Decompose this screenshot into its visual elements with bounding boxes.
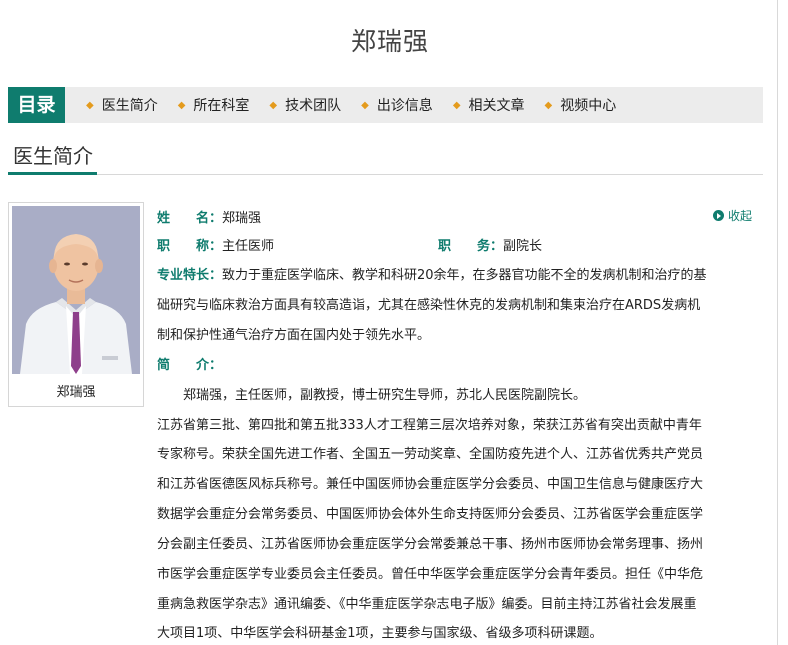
specialty-text-line: 制和保护性通气治疗方面在国内处于领先水平。 (157, 328, 431, 343)
diamond-bullet-icon: ◆ (177, 99, 186, 111)
toc-item-label: 相关文章 (468, 98, 525, 114)
diamond-bullet-icon: ◆ (544, 99, 553, 111)
title-row: 职 称：主任医师 (157, 235, 274, 254)
toc-item-schedule[interactable]: ◆ 出诊信息 (361, 95, 433, 115)
position-value: 副院长 (503, 239, 543, 254)
page-right-border (777, 0, 778, 645)
toc-item-label: 视频中心 (560, 98, 617, 114)
play-circle-icon (713, 210, 724, 221)
toc-item-doctor-intro[interactable]: ◆ 医生简介 (86, 95, 158, 115)
toc-item-label: 出诊信息 (376, 98, 433, 114)
specialty-text-line: 础研究与临床救治方面具有较高造诣，尤其在感染性休克的发病机制和集束治疗在ARDS… (157, 298, 701, 313)
diamond-bullet-icon: ◆ (361, 99, 369, 111)
specialty-row-1: 专业特长：致力于重症医学临床、教学和科研20余年，在多器官功能不全的发病机制和治… (157, 264, 707, 283)
table-of-contents-bar: 目录 ◆ 医生简介 ◆ 所在科室 ◆ 技术团队 ◆ 出诊信息 ◆ 相关文章 ◆ 视频中心 (8, 87, 763, 123)
intro-text-line: 郑瑞强，主任医师，副教授，博士研究生导师，苏北人民医院副院长。 (157, 388, 587, 403)
toc-label: 目录 (8, 87, 65, 123)
doctor-photo-card: 郑瑞强 (8, 202, 144, 407)
title-value: 主任医师 (222, 239, 275, 254)
collapse-label: 收起 (728, 209, 753, 223)
page-title: 郑瑞强 (350, 27, 429, 56)
specialty-label: 专业特长： (157, 268, 223, 283)
intro-text-line: 专家称号。荣获全国先进工作者、全国五一劳动奖章、全国防疫先进个人、江苏省优秀共产… (157, 447, 704, 462)
specialty-text-line: 致力于重症医学临床、教学和科研20余年，在多器官功能不全的发病机制和治疗的基 (222, 268, 707, 283)
intro-row: 简 介： (157, 354, 222, 373)
title-label: 职 称： (157, 239, 223, 254)
diamond-bullet-icon: ◆ (452, 99, 461, 111)
name-value: 郑瑞强 (222, 211, 262, 226)
toc-item-label: 所在科室 (193, 98, 250, 114)
toc-item-videos[interactable]: ◆ 视频中心 (545, 95, 617, 115)
diamond-bullet-icon: ◆ (269, 99, 278, 111)
doctor-photo (12, 206, 140, 374)
name-row: 姓 名：郑瑞强 (157, 207, 261, 226)
toc-item-label: 医生简介 (101, 98, 158, 114)
intro-text-line: 和江苏省医德医风标兵称号。兼任中国医师协会重症医学分会委员、中国卫生信息与健康医… (157, 477, 704, 492)
toc-item-team[interactable]: ◆ 技术团队 (269, 95, 341, 115)
intro-label: 简 介： (157, 358, 223, 373)
diamond-bullet-icon: ◆ (86, 99, 94, 111)
intro-text-line: 市医学会重症医学专业委员会主任委员。曾任中华医学会重症医学分会青年委员。担任《中… (157, 567, 704, 582)
photo-caption: 郑瑞强 (56, 385, 96, 400)
position-label: 职 务： (438, 239, 504, 254)
toc-item-department[interactable]: ◆ 所在科室 (178, 95, 250, 115)
intro-text-line: 数据学会重症分会常务委员、中国医师协会体外生命支持医师分会委员、江苏省医学会重症… (157, 507, 704, 522)
name-label: 姓 名： (157, 211, 223, 226)
toc-item-articles[interactable]: ◆ 相关文章 (453, 95, 525, 115)
position-row: 职 务：副院长 (438, 235, 542, 254)
toc-item-label: 技术团队 (285, 98, 342, 114)
intro-text-line: 分会副主任委员、江苏省医师协会重症医学分会常委兼总干事、扬州市医师协会常务理事、… (157, 537, 704, 552)
intro-text-line: 江苏省第三批、第四批和第五批333人才工程第三层次培养对象，荣获江苏省有突出贡献… (157, 418, 702, 433)
collapse-button[interactable]: 收起 (713, 207, 752, 224)
intro-text-line: 重病急救医学杂志》通讯编委、《中华重症医学杂志电子版》编委。目前主持江苏省社会发… (157, 597, 697, 612)
section-title: 医生简介 (8, 142, 97, 175)
toc-items: ◆ 医生简介 ◆ 所在科室 ◆ 技术团队 ◆ 出诊信息 ◆ 相关文章 ◆ 视频中心 (86, 87, 636, 123)
intro-text-line: 大项目1项、中华医学会科研基金1项，主要参与国家级、省级多项科研课题。 (157, 626, 603, 641)
section-header: 医生简介 (8, 142, 763, 175)
